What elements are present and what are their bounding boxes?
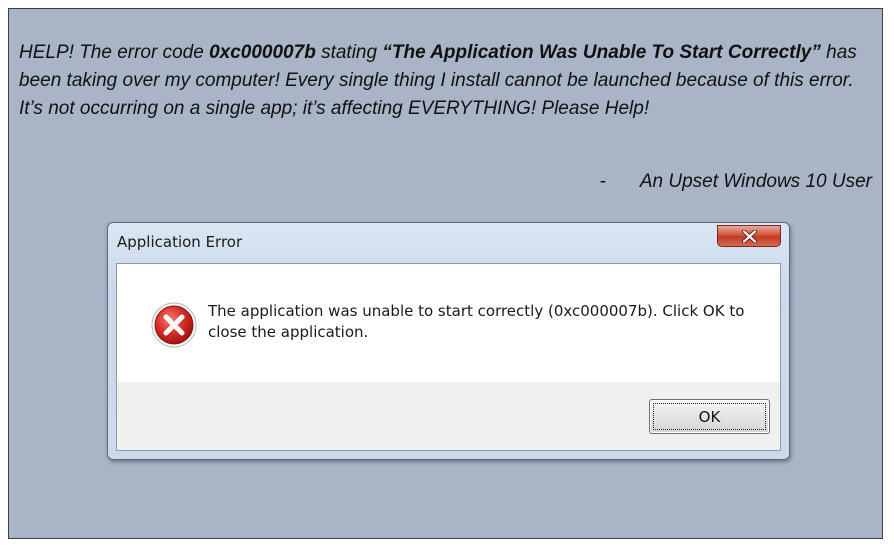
close-button[interactable] bbox=[717, 225, 781, 247]
ok-button-label: OK bbox=[698, 408, 721, 426]
dialog-client: The application was unable to start corr… bbox=[116, 263, 781, 451]
error-icon bbox=[151, 302, 197, 348]
signature-dash: - bbox=[599, 171, 606, 192]
slide-frame: HELP! The error code 0xc000007b stating … bbox=[8, 8, 883, 539]
signature-author: An Upset Windows 10 User bbox=[639, 171, 872, 192]
close-icon bbox=[742, 230, 757, 243]
dialog-title: Application Error bbox=[117, 233, 243, 251]
quote-part1: HELP! The error code bbox=[19, 42, 210, 63]
dialog-message: The application was unable to start corr… bbox=[208, 302, 745, 341]
dialog-titlebar[interactable]: Application Error bbox=[108, 223, 789, 261]
quote-part2: stating bbox=[315, 42, 383, 63]
quoted-message: “The Application Was Unable To Start Cor… bbox=[382, 42, 821, 63]
message-area: The application was unable to start corr… bbox=[117, 264, 780, 382]
error-dialog: Application Error The application was un… bbox=[107, 222, 790, 460]
quote-text: HELP! The error code 0xc000007b stating … bbox=[19, 39, 879, 123]
error-code: 0xc000007b bbox=[209, 42, 316, 63]
ok-button[interactable]: OK bbox=[649, 399, 770, 434]
signature: - An Upset Windows 10 User bbox=[600, 171, 872, 193]
